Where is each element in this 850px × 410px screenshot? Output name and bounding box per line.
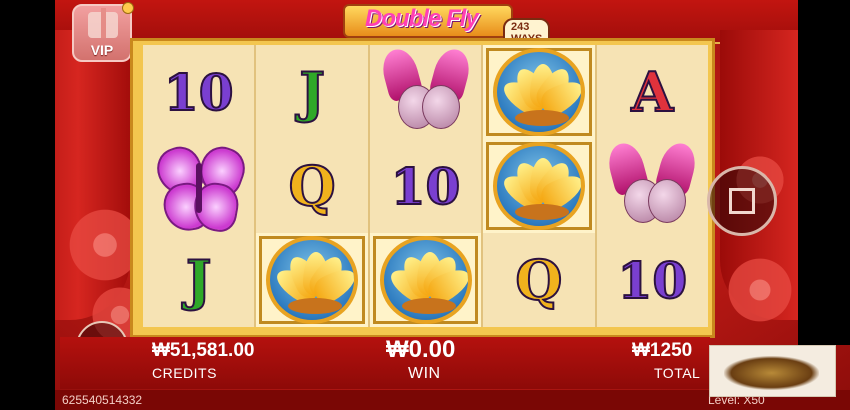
card-symbol-a: A xyxy=(630,59,674,125)
lotus-pod xyxy=(514,110,569,126)
lotus-symbol-icon xyxy=(492,142,585,230)
game-name: Double Fly xyxy=(365,5,479,32)
duck-body xyxy=(648,179,687,223)
reel-cell: 10 xyxy=(597,233,708,327)
card-symbol-10: 10 xyxy=(163,62,235,123)
win-value: ₩0.00 xyxy=(386,336,456,363)
reel-cell: J xyxy=(256,45,367,139)
lotus-pod xyxy=(514,204,569,220)
screen-edge-right xyxy=(798,0,850,345)
card-symbol-q: Q xyxy=(514,247,563,313)
card-symbol-10: 10 xyxy=(617,250,689,311)
reel-cell: Q xyxy=(256,139,367,233)
vip-label: VIP xyxy=(90,42,114,58)
butterfly-symbol-icon xyxy=(150,140,251,235)
reel-grid: 10 J J Q 10 Q A 10 xyxy=(143,45,709,327)
reel-column: 10 xyxy=(369,45,484,327)
win-label: WIN xyxy=(408,365,441,382)
butterfly-body xyxy=(195,163,202,213)
lotus-symbol-icon xyxy=(492,48,585,136)
credits-label: CREDITS xyxy=(152,365,217,381)
duck-body xyxy=(421,85,460,129)
reel-cell xyxy=(597,139,708,233)
reel-cell: A xyxy=(597,45,708,139)
card-symbol-10: 10 xyxy=(390,156,462,217)
reel-column: A 10 xyxy=(596,45,709,327)
gift-icon xyxy=(88,8,118,38)
session-id: 625540514332 xyxy=(62,393,143,407)
lotus-symbol-icon xyxy=(379,236,472,324)
reel-column: Q xyxy=(483,45,597,327)
stop-square-icon xyxy=(729,188,755,214)
screen-edge-left xyxy=(0,0,55,410)
decorative-flower-icon xyxy=(720,250,800,330)
stop-button[interactable] xyxy=(707,166,777,236)
reel-column: JQ xyxy=(256,45,370,327)
reel-cell: Q xyxy=(483,233,594,327)
total-label: TOTAL xyxy=(654,365,701,381)
lotus-pod xyxy=(401,298,456,314)
reel-cell xyxy=(483,45,595,139)
reel-cell xyxy=(256,233,368,327)
reel-cell: 10 xyxy=(370,139,481,233)
credits-value: ₩51,581.00 xyxy=(152,340,255,361)
vip-button[interactable]: VIP xyxy=(72,2,134,62)
card-symbol-j: J xyxy=(298,59,326,125)
reel-cell xyxy=(369,233,482,327)
reel-cell xyxy=(370,45,481,139)
total-bet-value[interactable]: ₩1250 xyxy=(632,340,692,362)
mandarin-ducks-symbol-icon xyxy=(377,45,474,135)
lotus-pod xyxy=(288,298,343,314)
card-symbol-j: J xyxy=(185,247,213,313)
lotus-symbol-icon xyxy=(266,236,359,324)
card-symbol-q: Q xyxy=(288,153,337,219)
notification-dot xyxy=(122,2,134,14)
mandarin-ducks-symbol-icon xyxy=(604,139,701,229)
reel-cell xyxy=(143,139,254,235)
reel-column: 10 J xyxy=(143,45,257,327)
logo-emblem-icon xyxy=(724,356,819,390)
reel-cell xyxy=(483,139,595,233)
reel-cell: J xyxy=(143,233,254,327)
watermark-logo xyxy=(709,345,836,397)
game-title: Double Fly 243 WAYS xyxy=(343,0,551,48)
reel-cell: 10 xyxy=(143,45,254,139)
